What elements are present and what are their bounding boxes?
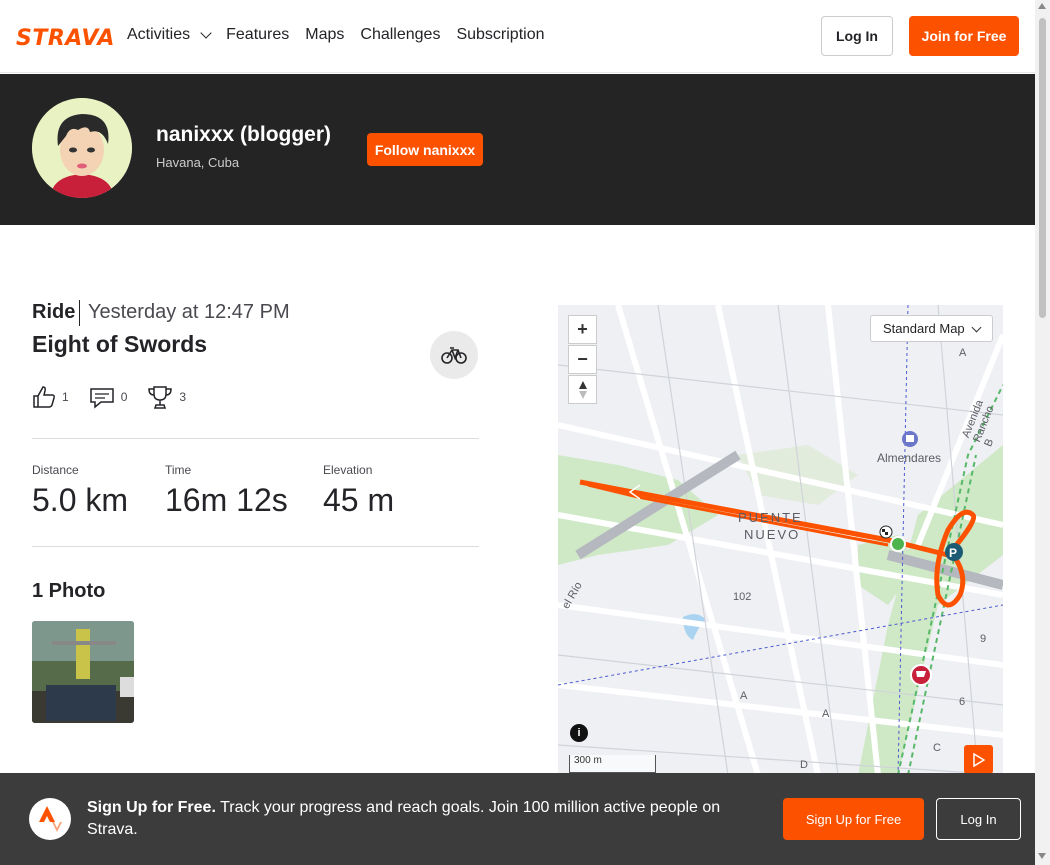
stat-distance: Distance 5.0 km	[32, 463, 128, 519]
scrollbar[interactable]	[1035, 0, 1050, 865]
strava-logo-icon	[29, 798, 71, 840]
page: STRAVA Activities Features Maps Challeng…	[0, 0, 1050, 865]
top-navigation: STRAVA Activities Features Maps Challeng…	[0, 0, 1035, 73]
athlete-banner: nanixxx (blogger) Havana, Cuba Follow na…	[0, 74, 1035, 225]
map-label-a: A	[959, 347, 967, 359]
bike-icon	[430, 331, 478, 379]
map-style-label: Standard Map	[883, 321, 965, 336]
follow-button[interactable]: Follow nanixxx	[367, 133, 483, 166]
signup-banner: Sign Up for Free. Track your progress an…	[0, 773, 1035, 865]
divider	[32, 546, 479, 547]
signup-login-button[interactable]: Log In	[936, 798, 1021, 840]
scroll-thumb[interactable]	[1039, 18, 1046, 318]
stat-value: 5.0 km	[32, 482, 129, 518]
play-icon	[972, 752, 985, 767]
comments-count: 0	[120, 390, 128, 404]
photos-title: 1 Photo	[32, 580, 106, 602]
login-button[interactable]: Log In	[821, 16, 893, 56]
scroll-up-arrow-icon[interactable]	[1038, 3, 1046, 9]
stat-value: 16m 12s	[165, 482, 288, 518]
expand-map-button[interactable]	[964, 745, 993, 774]
nav-maps[interactable]: Maps	[305, 26, 344, 44]
info-icon[interactable]: i	[570, 724, 588, 742]
signup-text: Sign Up for Free. Track your progress an…	[87, 797, 757, 841]
comments-button[interactable]: 0	[89, 384, 128, 410]
stat-label: Time	[165, 463, 192, 477]
map-label-a: A	[740, 690, 748, 702]
signup-bold: Sign Up for Free.	[87, 799, 216, 816]
avatar[interactable]	[32, 98, 132, 198]
stat-label: Distance	[32, 463, 79, 477]
map-label-almendares: Almendares	[877, 451, 942, 465]
scroll-down-arrow-icon[interactable]	[1038, 853, 1046, 859]
route-map[interactable]: P + − Standard Map Almendares PUENTE NUE…	[558, 305, 1003, 775]
zoom-in-button[interactable]: +	[568, 315, 597, 344]
signup-button[interactable]: Sign Up for Free	[783, 798, 924, 840]
activity-title: Eight of Swords	[32, 331, 208, 357]
map-label-a: A	[822, 708, 830, 720]
stat-label: Elevation	[323, 463, 373, 477]
map-label-c: C	[933, 742, 941, 754]
map-label-d: D	[800, 759, 808, 771]
map-label-puente: PUENTE	[738, 510, 803, 525]
kudos-button[interactable]: 1	[32, 384, 69, 410]
map-scale: 300 m	[569, 755, 656, 773]
comment-icon	[89, 388, 114, 409]
map-label-102: 102	[733, 591, 752, 603]
divider	[79, 300, 80, 326]
nav-features[interactable]: Features	[226, 26, 289, 44]
zoom-out-button[interactable]: −	[568, 345, 597, 374]
reset-north-button[interactable]	[568, 375, 597, 404]
map-label-nuevo: NUEVO	[744, 527, 801, 542]
svg-text:P: P	[949, 546, 957, 560]
chevron-down-icon	[200, 27, 212, 39]
chevron-down-icon	[971, 322, 982, 333]
thumbs-up-icon	[33, 386, 55, 408]
activity-type: Ride	[32, 301, 76, 323]
trophy-icon	[148, 386, 173, 409]
nav-challenges[interactable]: Challenges	[360, 26, 440, 44]
kudos-count: 1	[62, 390, 69, 404]
activity-photo[interactable]	[32, 621, 134, 723]
athlete-name[interactable]: nanixxx (blogger)	[156, 123, 331, 147]
athlete-location: Havana, Cuba	[156, 155, 240, 170]
strava-logo[interactable]: STRAVA	[16, 26, 115, 51]
activity-time: Yesterday at 12:47 PM	[88, 301, 290, 323]
achievements-count: 3	[179, 390, 187, 404]
nav-activities-label: Activities	[127, 26, 191, 43]
social-stats: 1 0 3	[32, 384, 206, 410]
stat-time: Time 16m 12s	[165, 463, 288, 519]
nav-subscription[interactable]: Subscription	[456, 26, 544, 44]
divider	[32, 438, 479, 439]
nav-activities[interactable]: Activities	[127, 26, 212, 44]
stat-elevation: Elevation 45 m	[323, 463, 394, 519]
map-style-select[interactable]: Standard Map	[870, 315, 993, 342]
compass-icon	[578, 380, 587, 399]
map-label-6: 6	[959, 696, 966, 708]
stat-value: 45 m	[323, 482, 395, 518]
join-button[interactable]: Join for Free	[909, 16, 1019, 56]
nav-links: Activities Features Maps Challenges Subs…	[127, 26, 545, 44]
map-label-9: 9	[980, 633, 987, 645]
achievements-button[interactable]: 3	[147, 384, 186, 410]
